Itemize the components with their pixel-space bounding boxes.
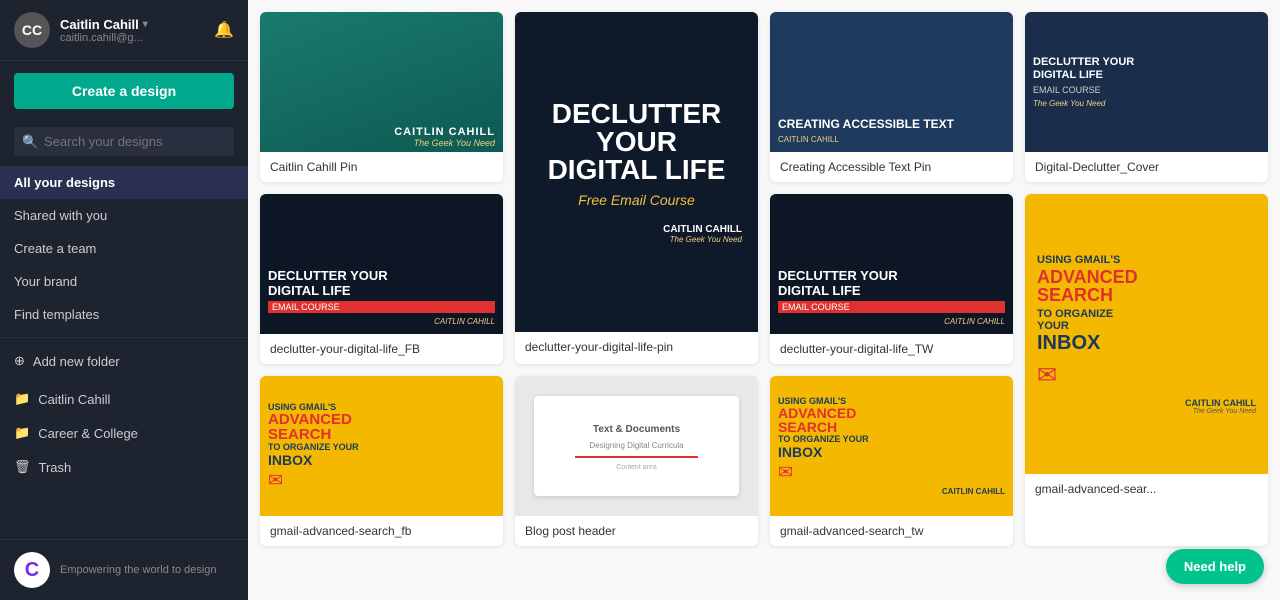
- design-label: Digital-Declutter_Cover: [1025, 152, 1268, 182]
- design-label: gmail-advanced-sear...: [1025, 474, 1268, 504]
- design-label: gmail-advanced-search_fb: [260, 516, 503, 546]
- user-email: caitlin.cahill@g...: [60, 32, 206, 44]
- add-folder-button[interactable]: ⊕ Add new folder: [0, 344, 248, 378]
- design-card-caitlin-pin[interactable]: CAITLIN CAHILL The Geek You Need Caitlin…: [260, 12, 503, 182]
- sidebar-item-find-templates[interactable]: Find templates: [0, 298, 248, 331]
- avatar: CC: [14, 12, 50, 48]
- user-name: Caitlin Cahill ▾: [60, 17, 206, 32]
- add-folder-icon: ⊕: [14, 353, 25, 369]
- main-content: CAITLIN CAHILL The Geek You Need Caitlin…: [248, 0, 1280, 600]
- trash-icon: 🗑: [14, 459, 31, 475]
- sidebar-item-all-designs[interactable]: All your designs: [0, 166, 248, 199]
- design-thumb: CAITLIN CAHILL The Geek You Need: [260, 12, 503, 152]
- user-info: Caitlin Cahill ▾ caitlin.cahill@g...: [60, 17, 206, 44]
- design-label: Caitlin Cahill Pin: [260, 152, 503, 182]
- design-card-declutter-fb[interactable]: DECLUTTER YOURDIGITAL LIFE EMAIL COURSE …: [260, 194, 503, 364]
- design-thumb: USING GMAIL'S ADVANCEDSEARCH TO ORGANIZE…: [1025, 194, 1268, 474]
- sidebar: CC Caitlin Cahill ▾ caitlin.cahill@g... …: [0, 0, 248, 600]
- design-thumb: CREATING ACCESSIBLE TEXT CAITLIN CAHILL: [770, 12, 1013, 152]
- need-help-button[interactable]: Need help: [1166, 549, 1264, 584]
- design-card-accessible-text[interactable]: CREATING ACCESSIBLE TEXT CAITLIN CAHILL …: [770, 12, 1013, 182]
- sidebar-header: CC Caitlin Cahill ▾ caitlin.cahill@g... …: [0, 0, 248, 61]
- design-card-declutter-tw[interactable]: DECLUTTER YOURDIGITAL LIFE EMAIL COURSE …: [770, 194, 1013, 364]
- design-thumb: DECLUTTER YOURDIGITAL LIFE EMAIL COURSE …: [1025, 12, 1268, 152]
- design-label: gmail-advanced-search_tw: [770, 516, 1013, 546]
- design-thumb: USING GMAIL'S ADVANCEDSEARCH TO ORGANIZE…: [770, 376, 1013, 516]
- sidebar-item-your-brand[interactable]: Your brand: [0, 265, 248, 298]
- sidebar-folder-career[interactable]: 📁 Career & College: [0, 416, 248, 450]
- folder-icon: 📁: [14, 391, 30, 407]
- design-card-declutter-pin[interactable]: DECLUTTERYOURDIGITAL LIFE Free Email Cou…: [515, 12, 758, 364]
- footer-tagline: Empowering the world to design: [60, 563, 217, 577]
- design-thumb: DECLUTTER YOURDIGITAL LIFE EMAIL COURSE …: [260, 194, 503, 334]
- canva-logo: C: [14, 552, 50, 588]
- design-label: Blog post header: [515, 516, 758, 546]
- search-input[interactable]: [14, 127, 234, 156]
- search-container: 🔍: [14, 127, 234, 156]
- design-thumb: USING GMAIL'S ADVANCEDSEARCH TO ORGANIZE…: [260, 376, 503, 516]
- sidebar-item-shared[interactable]: Shared with you: [0, 199, 248, 232]
- sidebar-item-create-team[interactable]: Create a team: [0, 232, 248, 265]
- sidebar-footer: C Empowering the world to design: [0, 539, 248, 600]
- design-label: declutter-your-digital-life_TW: [770, 334, 1013, 364]
- design-card-gmail-right-large[interactable]: USING GMAIL'S ADVANCEDSEARCH TO ORGANIZE…: [1025, 194, 1268, 546]
- folder-icon: 📁: [14, 425, 30, 441]
- folder-section: 📁 Caitlin Cahill 📁 Career & College 🗑 Tr…: [0, 382, 248, 484]
- design-thumb: DECLUTTERYOURDIGITAL LIFE Free Email Cou…: [515, 12, 758, 332]
- dropdown-arrow-icon[interactable]: ▾: [143, 19, 148, 30]
- sidebar-folder-trash[interactable]: 🗑 Trash: [0, 450, 248, 484]
- design-card-blog-post[interactable]: Text & Documents Designing Digital Curri…: [515, 376, 758, 546]
- design-thumb: DECLUTTER YOURDIGITAL LIFE EMAIL COURSE …: [770, 194, 1013, 334]
- sidebar-folder-caitlin[interactable]: 📁 Caitlin Cahill: [0, 382, 248, 416]
- design-card-digital-declutter[interactable]: DECLUTTER YOURDIGITAL LIFE EMAIL COURSE …: [1025, 12, 1268, 182]
- design-label: declutter-your-digital-life-pin: [515, 332, 758, 362]
- design-card-gmail-fb[interactable]: USING GMAIL'S ADVANCEDSEARCH TO ORGANIZE…: [260, 376, 503, 546]
- design-card-gmail-tw[interactable]: USING GMAIL'S ADVANCEDSEARCH TO ORGANIZE…: [770, 376, 1013, 546]
- bell-icon[interactable]: 🔔: [214, 20, 234, 40]
- create-design-button[interactable]: Create a design: [14, 73, 234, 109]
- design-label: Creating Accessible Text Pin: [770, 152, 1013, 182]
- design-label: declutter-your-digital-life_FB: [260, 334, 503, 364]
- design-thumb: Text & Documents Designing Digital Curri…: [515, 376, 758, 516]
